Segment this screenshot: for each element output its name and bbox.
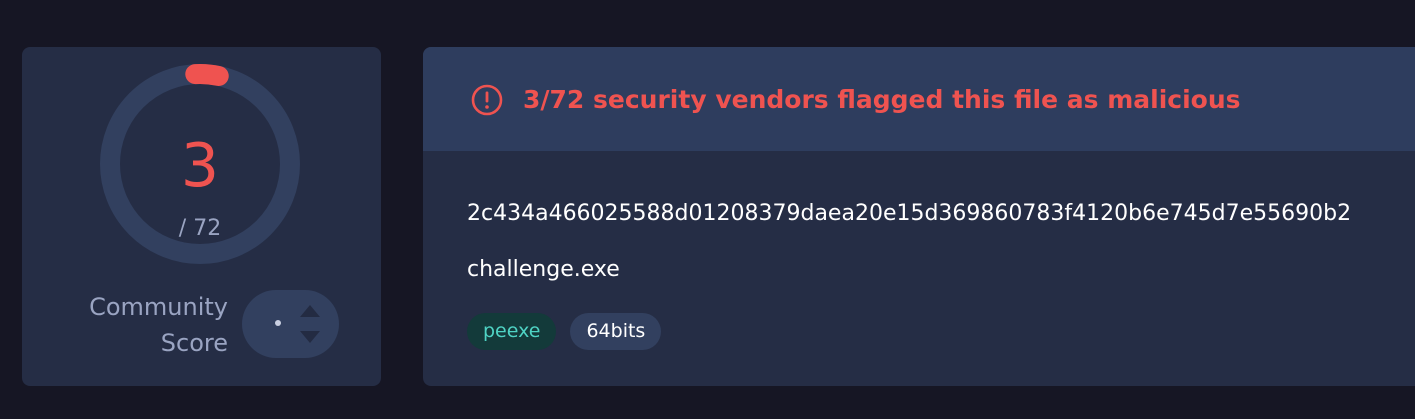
- file-hash: 2c434a466025588d01208379daea20e15d369860…: [467, 201, 1352, 226]
- total-vendors: / 72: [178, 216, 222, 241]
- file-name: challenge.exe: [467, 257, 620, 282]
- tag-peexe[interactable]: peexe: [467, 313, 557, 350]
- community-score-label: Community Score: [62, 289, 228, 361]
- community-vote-control[interactable]: [242, 290, 339, 358]
- file-detail-card: 3/72 security vendors flagged this file …: [423, 47, 1415, 386]
- alert-circle-icon: [471, 84, 503, 116]
- malicious-alert-banner: 3/72 security vendors flagged this file …: [423, 47, 1415, 151]
- detected-count: 3: [180, 131, 220, 201]
- community-score-label-line2: Score: [160, 329, 228, 357]
- chevron-up-icon[interactable]: [299, 304, 321, 318]
- gauge-detected-arc: [185, 64, 229, 86]
- chevron-down-icon[interactable]: [299, 330, 321, 344]
- detection-gauge: 3 / 72: [100, 64, 300, 264]
- tag-64bits[interactable]: 64bits: [570, 313, 662, 350]
- alert-message: 3/72 security vendors flagged this file …: [523, 85, 1241, 114]
- file-tags: peexe 64bits: [467, 313, 662, 350]
- vote-dot-icon: [275, 320, 281, 326]
- community-score-label-line1: Community: [89, 293, 228, 321]
- community-score-card: 3 / 72 Community Score: [22, 47, 381, 386]
